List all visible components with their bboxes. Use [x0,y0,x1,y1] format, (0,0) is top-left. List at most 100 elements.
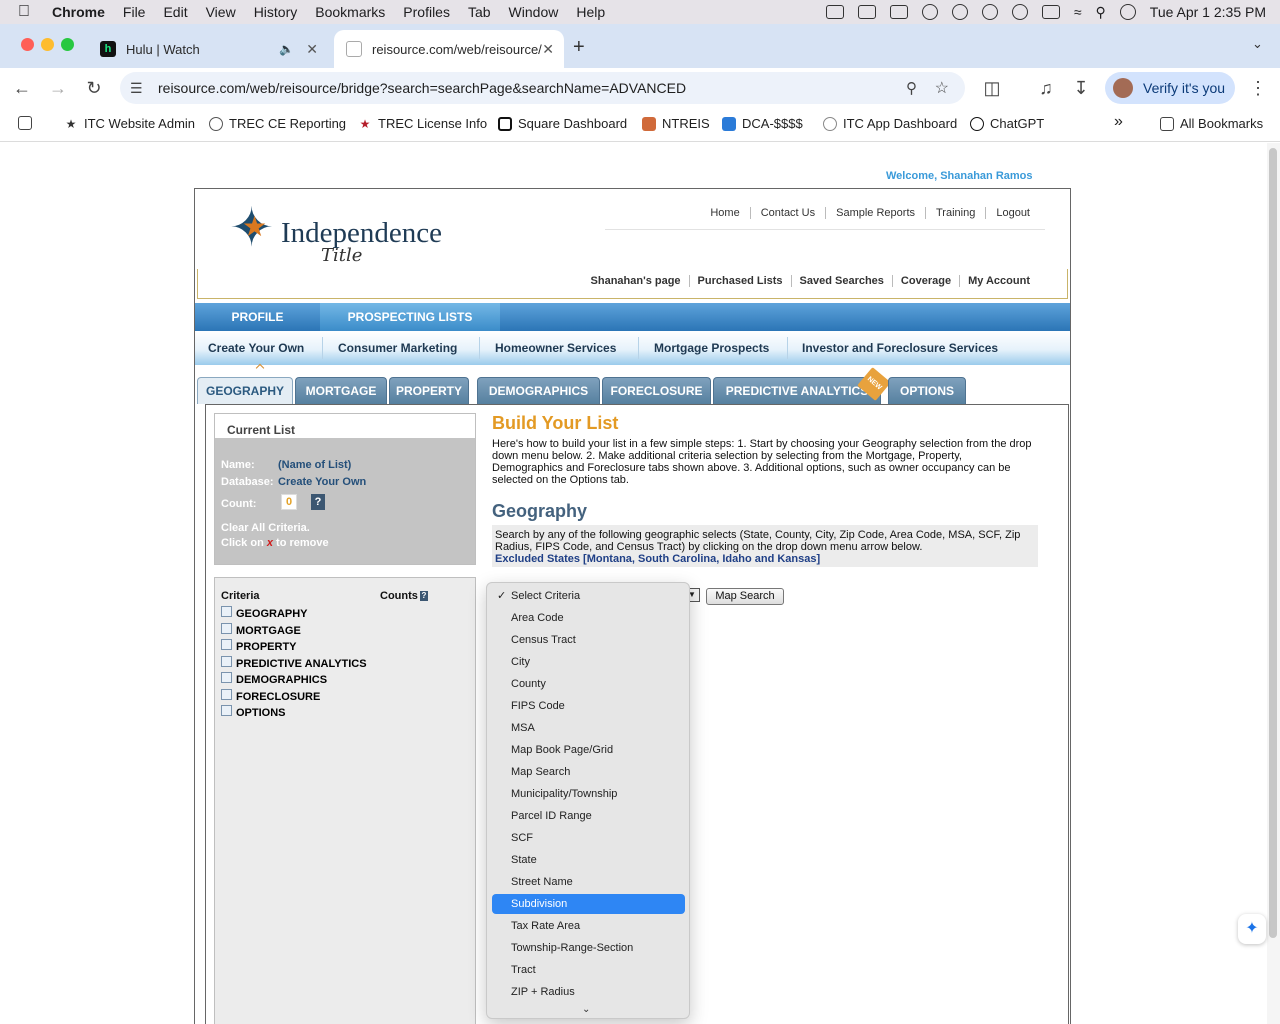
option-city[interactable]: City [492,652,685,672]
bookmark-chatgpt[interactable]: ChatGPT [970,116,1044,131]
tab-foreclosure[interactable]: FORECLOSURE [602,377,711,404]
battery-icon[interactable] [1041,5,1060,19]
zoom-magnifier-icon[interactable]: ⚲ [906,79,917,97]
spotlight-search-icon[interactable]: ⚲ [1096,4,1106,21]
download-icon[interactable]: ↧ [1069,76,1093,100]
option-fips-code[interactable]: FIPS Code [492,696,685,716]
extensions-tray-icon[interactable] [889,5,908,19]
extensions-puzzle-icon[interactable]: ◫ [980,76,1004,100]
kebab-menu-icon[interactable]: ⋮ [1246,76,1270,100]
tab-prospecting-lists[interactable]: PROSPECTING LISTS [320,303,500,331]
expand-icon[interactable] [221,622,232,634]
address-bar[interactable]: ☰ reisource.com/web/reisource/bridge?sea… [120,72,965,104]
expand-icon[interactable] [221,605,232,617]
wifi-icon[interactable]: ≈ [1074,4,1082,20]
purchased-lists-link[interactable]: Purchased Lists [688,275,791,287]
users-page-link[interactable]: Shanahan's page [583,275,689,287]
option-select-criteria[interactable]: ✓ Select Criteria [492,586,685,606]
criteria-options[interactable]: OPTIONS [221,704,286,719]
close-tab-icon[interactable]: ✕ [542,41,554,58]
list-name-value[interactable]: (Name of List) [278,459,351,471]
reload-icon[interactable]: ↻ [82,76,106,100]
tab-property[interactable]: PROPERTY [389,377,469,404]
option-tax-rate-area[interactable]: Tax Rate Area [492,916,685,936]
sparkle-assistant-icon[interactable]: ✦ [1238,914,1266,944]
bookmark-trec-ce-reporting[interactable]: TREC CE Reporting [209,116,346,131]
home-link[interactable]: Home [700,207,749,219]
logout-link[interactable]: Logout [985,207,1040,219]
menu-bookmarks[interactable]: Bookmarks [315,4,385,20]
option-census-tract[interactable]: Census Tract [492,630,685,650]
coverage-link[interactable]: Coverage [891,275,959,287]
sub-tab-mortgage-prospects[interactable]: Mortgage Prospects [654,341,769,355]
bookmark-dca[interactable]: DCA-$$$$ [722,116,803,131]
close-window-button[interactable] [21,38,34,51]
tab-options[interactable]: OPTIONS [888,377,966,404]
bookmarks-overflow-icon[interactable]: » [1114,113,1123,131]
color-wheel-icon[interactable] [921,4,938,20]
count-help-button[interactable]: ? [311,494,325,510]
menu-history[interactable]: History [254,4,298,20]
option-tract[interactable]: Tract [492,960,685,980]
option-subdivision[interactable]: Subdivision [492,894,685,914]
criteria-foreclosure[interactable]: FORECLOSURE [221,688,320,703]
menu-profiles[interactable]: Profiles [403,4,450,20]
sample-reports-link[interactable]: Sample Reports [825,207,925,219]
criteria-mortgage[interactable]: MORTGAGE [221,622,301,637]
url-text[interactable]: reisource.com/web/reisource/bridge?searc… [158,80,686,96]
bookmark-itc-website-admin[interactable]: ★ ITC Website Admin [64,116,195,131]
all-bookmarks-folder[interactable]: All Bookmarks [1160,116,1263,131]
sub-tab-create-your-own[interactable]: Create Your Own [208,341,304,355]
training-link[interactable]: Training [925,207,985,219]
option-zip-radius[interactable]: ZIP + Radius [492,982,685,1002]
bookmark-trec-license-info[interactable]: ★ TREC License Info [358,116,488,131]
option-map-book-page-grid[interactable]: Map Book Page/Grid [492,740,685,760]
camera-icon[interactable] [857,5,876,19]
sub-tab-investor-foreclosure[interactable]: Investor and Foreclosure Services [802,341,998,355]
forward-arrow-icon[interactable]: → [46,76,70,100]
my-account-link[interactable]: My Account [959,275,1038,287]
tab-geography[interactable]: GEOGRAPHY [197,377,293,404]
criteria-predictive-analytics[interactable]: PREDICTIVE ANALYTICS [221,655,367,670]
contact-us-link[interactable]: Contact Us [749,207,825,219]
zoom-window-button[interactable] [61,38,74,51]
option-state[interactable]: State [492,850,685,870]
expand-icon[interactable] [221,704,232,716]
option-county[interactable]: County [492,674,685,694]
apple-icon[interactable]:  [18,3,38,21]
expand-icon[interactable] [221,655,232,667]
bookmark-square-dashboard[interactable]: Square Dashboard [498,116,627,131]
option-municipality-township[interactable]: Municipality/Township [492,784,685,804]
menu-view[interactable]: View [206,4,236,20]
back-arrow-icon[interactable]: ← [10,76,34,100]
tab-hulu[interactable]: h Hulu | Watch 🔈 ✕ [88,30,328,68]
play-icon[interactable] [1011,4,1028,20]
minimize-window-button[interactable] [41,38,54,51]
screenshot-icon[interactable] [825,5,844,19]
option-map-search[interactable]: Map Search [492,762,685,782]
close-tab-icon[interactable]: ✕ [306,41,318,58]
speaker-icon[interactable]: 🔈 [279,42,294,56]
scroll-down-chevron-icon[interactable]: ⌄ [582,1004,590,1015]
verify-profile-button[interactable]: Verify it's you [1105,72,1235,104]
scrollbar-thumb[interactable] [1269,148,1277,938]
independence-title-logo[interactable]: ✦ ★ Independence Title [229,197,459,269]
clock[interactable]: Tue Apr 1 2:35 PM [1150,4,1266,20]
criteria-property[interactable]: PROPERTY [221,638,297,653]
menu-window[interactable]: Window [509,4,559,20]
menu-tab[interactable]: Tab [468,4,491,20]
option-scf[interactable]: SCF [492,828,685,848]
map-search-button[interactable]: Map Search [706,588,784,605]
headphones-icon[interactable] [951,4,968,20]
option-street-name[interactable]: Street Name [492,872,685,892]
sub-tab-consumer-marketing[interactable]: Consumer Marketing [338,341,457,355]
tab-demographics[interactable]: DEMOGRAPHICS [477,377,600,404]
menu-help[interactable]: Help [576,4,605,20]
tab-predictive-analytics[interactable]: PREDICTIVE ANALYTICS NEW [713,367,891,404]
apps-grid-icon[interactable] [18,116,38,130]
option-area-code[interactable]: Area Code [492,608,685,628]
bookmark-star-icon[interactable]: ☆ [935,78,949,98]
tab-search-chevron-icon[interactable]: ⌄ [1252,36,1263,52]
expand-icon[interactable] [221,638,232,650]
sub-tab-homeowner-services[interactable]: Homeowner Services [495,341,616,355]
